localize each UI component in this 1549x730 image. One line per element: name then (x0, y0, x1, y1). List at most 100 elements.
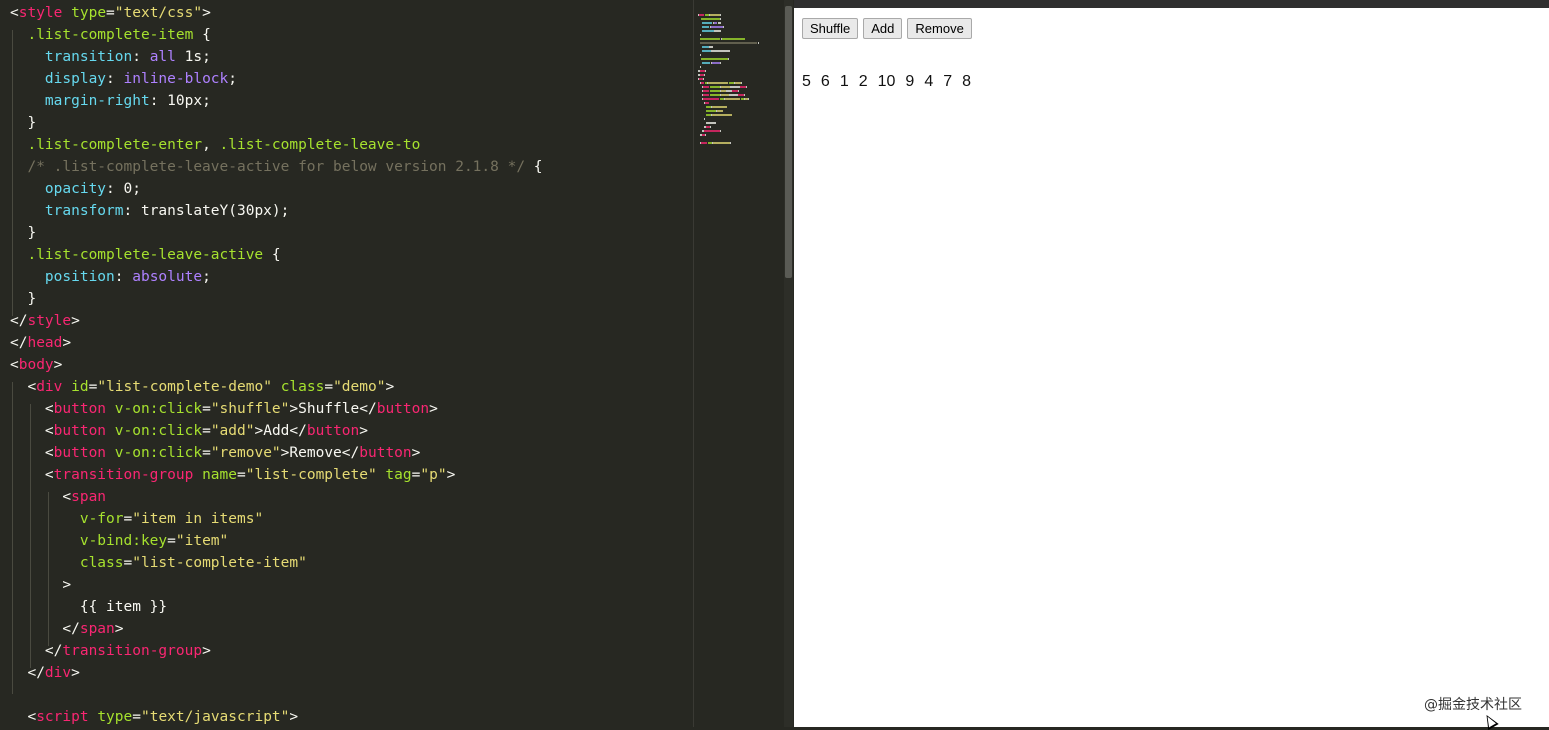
code-line: .list-complete-item { (10, 24, 543, 46)
minimap-mark (702, 50, 711, 52)
minimap-mark (702, 30, 714, 32)
minimap-mark (711, 26, 723, 28)
code-token: button (359, 445, 412, 461)
scrollbar-thumb[interactable] (785, 6, 792, 278)
code-token: > (411, 445, 421, 461)
code-line: <transition-group name="list-complete" t… (10, 464, 543, 486)
code-token: { (202, 27, 211, 43)
code-line: </head> (10, 332, 543, 354)
code-token: v-bind:key (79, 533, 168, 549)
code-token: </ (10, 665, 45, 681)
code-token: = (123, 555, 133, 571)
code-token: = (106, 5, 115, 21)
code-line: </div> (10, 662, 543, 684)
minimap-mark (701, 142, 707, 144)
code-line: class="list-complete-item" (10, 552, 543, 574)
code-token: < (10, 5, 19, 21)
code-line: {{ item }} (10, 596, 543, 618)
list-item: 7 (943, 73, 953, 90)
code-token: > (71, 313, 80, 329)
minimap-mark (703, 78, 704, 80)
code-token: v-for (79, 511, 124, 527)
minimap-mark (730, 142, 731, 144)
code-token: type (71, 5, 107, 21)
editor-scrollbar[interactable] (784, 0, 793, 727)
minimap-mark (738, 90, 739, 92)
code-token: "list-complete-item" (132, 555, 307, 571)
code-line: .list-complete-leave-active { (10, 244, 543, 266)
remove-button[interactable]: Remove (907, 18, 972, 39)
minimap-mark (746, 86, 747, 88)
minimap-mark (704, 130, 720, 132)
code-token: type (97, 709, 133, 725)
code-token: = (132, 709, 141, 725)
add-button[interactable]: Add (863, 18, 903, 39)
code-token: >Shuffle</ (289, 401, 377, 417)
browser-top-bar (794, 0, 1549, 8)
code-line: display: inline-block; (10, 68, 543, 90)
code-token: } (10, 115, 37, 131)
code-token: </ (10, 313, 28, 329)
browser-preview: Shuffle Add Remove 5 6 1 2 10 9 4 7 8 @掘金技术社区 (794, 0, 1549, 730)
code-token: = (202, 401, 211, 417)
minimap-mark (720, 62, 721, 64)
code-token: .list-complete-item (10, 27, 203, 43)
minimap-mark (700, 34, 701, 36)
code-token: head (27, 335, 63, 351)
code-line: } (10, 222, 543, 244)
editor-minimap[interactable] (693, 0, 784, 727)
code-token: > (10, 577, 72, 593)
list-item: 5 (802, 73, 811, 90)
minimap-mark (714, 22, 717, 24)
code-token: div (36, 379, 63, 395)
code-token: all (149, 49, 176, 65)
minimap-mark (744, 94, 745, 96)
code-token: style (18, 5, 63, 21)
code-token: "item in items" (132, 511, 264, 527)
code-token: < (10, 489, 72, 505)
code-token: display (44, 71, 107, 87)
code-token: } (10, 291, 37, 307)
minimap-mark (722, 38, 745, 40)
code-token: "add" (210, 423, 255, 439)
code-line: v-for="item in items" (10, 508, 543, 530)
code-token: : 10px; (149, 93, 211, 109)
code-editor[interactable]: <style type="text/css"> .list-complete-i… (0, 0, 692, 727)
code-token: v-on:click (114, 423, 203, 439)
code-token: button (53, 423, 107, 439)
minimap-mark (705, 102, 709, 104)
code-token: : (106, 71, 124, 87)
code-token: >Remove</ (280, 445, 360, 461)
code-token: > (202, 643, 211, 659)
minimap-mark (701, 18, 720, 20)
minimap-mark (758, 42, 759, 44)
minimap-mark (712, 106, 727, 108)
code-token: = (167, 533, 176, 549)
demo-controls: Shuffle Add Remove (802, 18, 972, 39)
code-token: .list-complete-enter (10, 137, 203, 153)
code-token: absolute (132, 269, 203, 285)
shuffle-button[interactable]: Shuffle (802, 18, 859, 39)
code-line: transition: all 1s; (10, 46, 543, 68)
code-token: ; (228, 71, 237, 87)
code-token: "list-complete" (245, 467, 377, 483)
list-complete-items: 5 6 1 2 10 9 4 7 8 (802, 73, 981, 91)
code-token: > (429, 401, 438, 417)
minimap-mark (702, 26, 709, 28)
code-token: "text/javascript" (140, 709, 290, 725)
code-token: id (71, 379, 89, 395)
code-token: body (18, 357, 54, 373)
code-token: "shuffle" (210, 401, 290, 417)
code-token: > (289, 709, 299, 725)
code-text[interactable]: <style type="text/css"> .list-complete-i… (10, 2, 543, 727)
minimap-mark (720, 18, 721, 20)
minimap-mark (703, 98, 719, 100)
minimap-mark (741, 82, 742, 84)
code-token: } (10, 225, 37, 241)
code-token: = (324, 379, 334, 395)
